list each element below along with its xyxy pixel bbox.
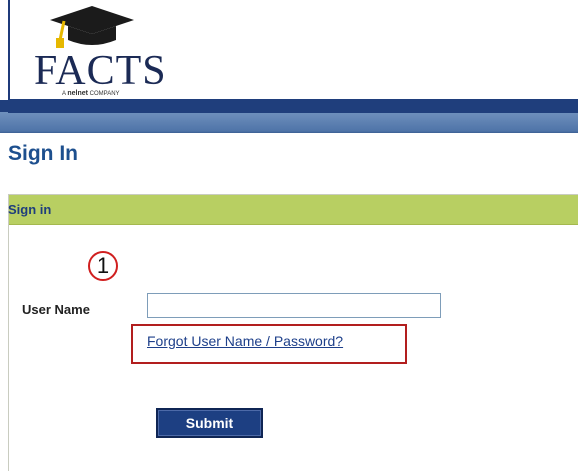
username-input[interactable] [147,293,441,318]
forgot-username-password-link[interactable]: Forgot User Name / Password? [147,333,343,349]
logo-tagline-prefix: A [62,91,66,97]
graduation-cap-icon [50,6,134,48]
facts-logo: FACTS A nelnet COMPANY [14,4,166,100]
page-title: Sign In [8,142,78,165]
logo-tagline: A nelnet COMPANY [62,90,120,97]
step-callout: 1 [88,251,118,281]
panel-title: Sign in [8,202,52,217]
panel-header [9,195,578,225]
submit-button[interactable]: Submit [156,408,263,438]
site-header: FACTS A nelnet COMPANY [0,0,578,114]
username-label: User Name [22,302,90,317]
header-nav-bar-top [8,99,578,113]
logo-tagline-brand: nelnet [67,90,88,97]
header-left-border [8,0,10,112]
page: FACTS A nelnet COMPANY Sign In Sign in 1… [0,0,578,471]
logo-wordmark: FACTS [34,48,167,94]
logo-tagline-suffix: COMPANY [89,91,120,97]
